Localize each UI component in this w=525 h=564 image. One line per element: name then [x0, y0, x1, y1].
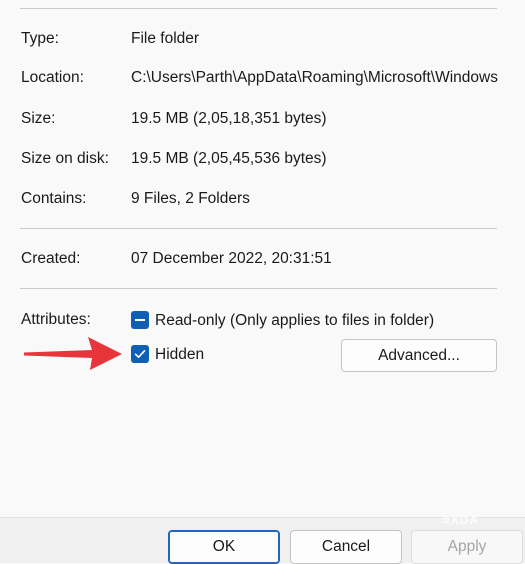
- location-label: Location:: [21, 69, 84, 86]
- indeterminate-dash-icon: [135, 319, 145, 321]
- xda-watermark-logo: ⌗XDA: [443, 513, 479, 528]
- contains-label: Contains:: [21, 190, 87, 207]
- ok-button[interactable]: OK: [168, 530, 280, 564]
- xda-watermark-text: XDA: [450, 513, 480, 527]
- red-arrow-annotation: [24, 337, 122, 370]
- type-label: Type:: [21, 30, 59, 47]
- xda-logo-icon: ⌗: [443, 513, 451, 527]
- hidden-checkbox-label[interactable]: Hidden: [155, 346, 204, 364]
- created-label: Created:: [21, 250, 81, 267]
- top-divider: [20, 8, 497, 9]
- readonly-checkbox-label[interactable]: Read-only (Only applies to files in fold…: [155, 312, 434, 330]
- size-on-disk-label: Size on disk:: [21, 150, 109, 167]
- size-label: Size:: [21, 110, 56, 127]
- readonly-checkbox[interactable]: [131, 311, 149, 329]
- advanced-button[interactable]: Advanced...: [341, 339, 497, 372]
- location-value[interactable]: C:\Users\Parth\AppData\Roaming\Microsoft…: [131, 69, 499, 87]
- created-value: 07 December 2022, 20:31:51: [131, 250, 332, 267]
- hidden-checkbox[interactable]: [131, 345, 149, 363]
- size-value: 19.5 MB (2,05,18,351 bytes): [131, 110, 327, 127]
- size-on-disk-value: 19.5 MB (2,05,45,536 bytes): [131, 150, 327, 167]
- attributes-label: Attributes:: [21, 311, 91, 328]
- type-value: File folder: [131, 30, 200, 47]
- cancel-button[interactable]: Cancel: [290, 530, 402, 564]
- checkmark-icon: [134, 350, 146, 358]
- contains-value: 9 Files, 2 Folders: [131, 190, 250, 207]
- middle-divider: [20, 228, 497, 229]
- lower-divider: [20, 288, 497, 289]
- apply-button[interactable]: Apply: [411, 530, 523, 564]
